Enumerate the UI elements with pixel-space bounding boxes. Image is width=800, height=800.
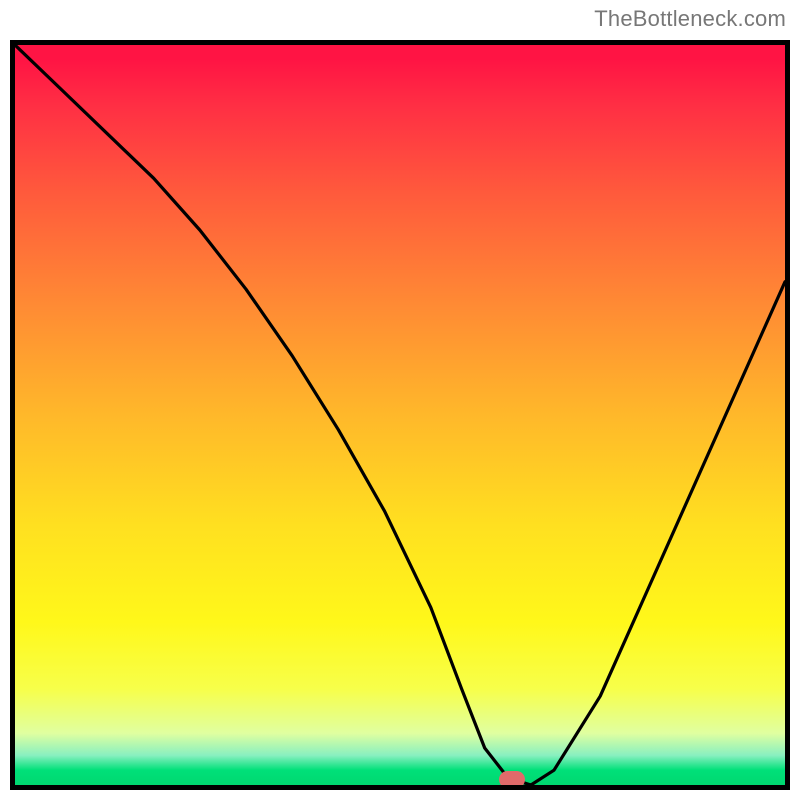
watermark-text: TheBottleneck.com xyxy=(594,6,786,32)
bottleneck-curve-path xyxy=(15,45,785,785)
chart-plot-area xyxy=(10,40,790,790)
chart-curve-svg xyxy=(15,45,785,785)
optimal-point-marker xyxy=(499,771,525,788)
